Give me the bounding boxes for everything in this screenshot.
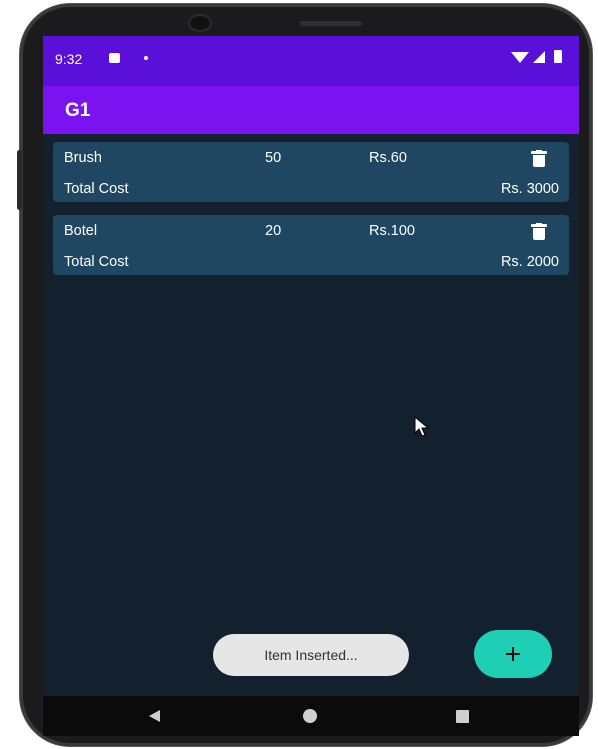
home-icon[interactable] — [303, 709, 317, 723]
toast-message: Item Inserted... — [213, 634, 409, 676]
system-nav-bar — [43, 696, 579, 736]
front-camera — [190, 16, 210, 30]
item-name: Brush — [64, 150, 102, 166]
add-item-button[interactable] — [474, 630, 552, 678]
back-icon[interactable] — [149, 710, 160, 722]
wifi-icon — [511, 52, 529, 63]
notification-dot-icon — [144, 56, 148, 60]
volume-button — [17, 150, 22, 210]
item-name: Botel — [64, 223, 98, 239]
mouse-cursor-icon — [414, 416, 430, 437]
app-title: G1 — [65, 100, 91, 121]
total-cost-label: Total Cost — [64, 254, 129, 270]
status-bar: 9:32 — [43, 36, 579, 86]
app-bar: G1 — [43, 86, 579, 134]
delete-icon[interactable] — [531, 223, 547, 241]
total-cost-value: Rs. 3000 — [500, 181, 559, 197]
item-quantity: 20 — [265, 223, 282, 239]
item-card[interactable]: Botel 20 Rs.100 Total Cost Rs. 2000 — [53, 215, 569, 275]
earpiece-speaker — [300, 21, 362, 26]
battery-icon — [554, 50, 562, 63]
total-cost-label: Total Cost — [64, 181, 129, 197]
status-time: 9:32 — [55, 51, 83, 67]
item-card[interactable]: Brush 50 Rs.60 Total Cost Rs. 3000 — [53, 142, 569, 202]
signal-icon — [533, 51, 545, 63]
status-icons — [511, 50, 571, 64]
item-price: Rs.100 — [369, 223, 415, 239]
notification-icon — [109, 53, 120, 63]
item-quantity: 50 — [265, 150, 282, 166]
recents-icon[interactable] — [456, 710, 469, 723]
total-cost-value: Rs. 2000 — [500, 254, 559, 270]
item-price: Rs.60 — [369, 150, 407, 166]
delete-icon[interactable] — [531, 150, 547, 168]
